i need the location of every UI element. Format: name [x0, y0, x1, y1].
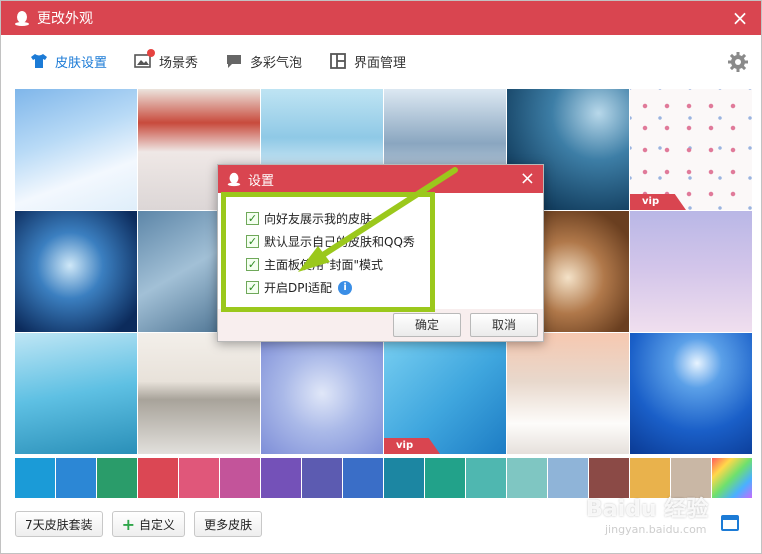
vip-badge: vip: [384, 438, 440, 454]
tab-label: 场景秀: [159, 55, 199, 71]
checkbox[interactable]: ✓: [246, 281, 259, 294]
option-cover-mode[interactable]: ✓ 主面板使用"封面"模式: [246, 253, 543, 276]
option-label: 向好友展示我的皮肤: [264, 212, 373, 226]
swatch-royal-blue[interactable]: [343, 458, 383, 498]
checkbox[interactable]: ✓: [246, 212, 259, 225]
swatch-teal[interactable]: [425, 458, 465, 498]
dialog-title: 设置: [248, 173, 275, 189]
vip-badge: vip: [630, 194, 686, 210]
option-label: 开启DPI适配: [264, 281, 333, 295]
qq-penguin-icon: [227, 172, 241, 187]
checkbox[interactable]: ✓: [246, 258, 259, 271]
checkbox[interactable]: ✓: [246, 235, 259, 248]
notification-dot: [147, 48, 156, 57]
option-label: 主面板使用"封面"模式: [264, 258, 384, 272]
skin-tile-white-feather[interactable]: vip: [384, 333, 506, 454]
tab-scene-show[interactable]: 场景秀: [133, 48, 199, 71]
skin-store-icon[interactable]: [721, 515, 739, 531]
title-bar: 更改外观 ×: [1, 1, 761, 35]
custom-skin-label: 自定义: [139, 517, 176, 532]
chat-bubble-icon: [227, 55, 242, 68]
skin-tile-moon-sleigh[interactable]: [630, 333, 752, 454]
skin-tile-blue-branches[interactable]: [15, 333, 137, 454]
more-skins-button[interactable]: 更多皮肤: [194, 511, 263, 537]
swatch-light-teal[interactable]: [507, 458, 547, 498]
skin-tile-snowflake-blue[interactable]: [15, 211, 137, 332]
tab-label: 多彩气泡: [250, 55, 303, 71]
info-icon[interactable]: i: [338, 280, 353, 295]
swatch-blue[interactable]: [56, 458, 96, 498]
tab-skin-settings[interactable]: 皮肤设置: [29, 52, 107, 71]
tab-label: 皮肤设置: [55, 55, 108, 71]
cancel-button[interactable]: 取消: [470, 313, 538, 337]
skin-pack-button[interactable]: 7天皮肤套装: [15, 511, 103, 537]
skin-tile-pink-dots[interactable]: vip: [630, 89, 752, 210]
tab-label: 界面管理: [354, 55, 407, 71]
swatch-teal-blue[interactable]: [384, 458, 424, 498]
swatch-violet[interactable]: [261, 458, 301, 498]
swatch-aqua[interactable]: [466, 458, 506, 498]
window-title: 更改外观: [37, 11, 93, 27]
dialog-footer: 确定 取消: [218, 309, 543, 341]
tab-interface-manage[interactable]: 界面管理: [328, 52, 406, 71]
skin-tile-snow-bridge[interactable]: [507, 333, 629, 454]
option-dpi-adapt[interactable]: ✓ 开启DPI适配 i: [246, 276, 543, 299]
watermark-logo: Baidu 经验: [586, 497, 709, 522]
dialog-options: ✓ 向好友展示我的皮肤 ✓ 默认显示自己的皮肤和QQ秀 ✓ 主面板使用"封面"模…: [218, 193, 543, 309]
layout-icon: [330, 53, 346, 69]
dialog-title-bar: 设置: [218, 165, 543, 193]
bottom-bar: 7天皮肤套装 + 自定义 更多皮肤: [15, 511, 271, 537]
swatch-light-blue[interactable]: [548, 458, 588, 498]
skin-tile-winter-lake[interactable]: [138, 333, 260, 454]
skin-tile-sky-rainbow[interactable]: [15, 89, 137, 210]
shirt-icon: [31, 54, 47, 68]
swatch-indigo[interactable]: [302, 458, 342, 498]
skin-tile-purple-trees[interactable]: [630, 211, 752, 332]
ok-button[interactable]: 确定: [393, 313, 461, 337]
tab-colorful-bubbles[interactable]: 多彩气泡: [224, 52, 302, 71]
qq-penguin-icon: [15, 11, 29, 26]
gear-icon[interactable]: [727, 51, 749, 73]
swatch-rose[interactable]: [179, 458, 219, 498]
tab-bar: 皮肤设置 场景秀 多彩气泡 界面管理: [1, 35, 761, 87]
window-close-button[interactable]: ×: [729, 7, 751, 29]
watermark-url: jingyan.baidu.com: [605, 523, 707, 536]
settings-dialog: 设置 × ✓ 向好友展示我的皮肤 ✓ 默认显示自己的皮肤和QQ秀 ✓ 主面板使用…: [217, 164, 544, 342]
custom-skin-button[interactable]: + 自定义: [111, 511, 186, 537]
swatch-magenta[interactable]: [220, 458, 260, 498]
option-label: 默认显示自己的皮肤和QQ秀: [264, 235, 415, 249]
swatch-green[interactable]: [97, 458, 137, 498]
swatch-rainbow[interactable]: [712, 458, 752, 498]
plus-icon: +: [121, 514, 136, 534]
swatch-red[interactable]: [138, 458, 178, 498]
option-show-skin-to-friends[interactable]: ✓ 向好友展示我的皮肤: [246, 207, 543, 230]
dialog-close-button[interactable]: ×: [520, 168, 535, 190]
skin-tile-bird-berries[interactable]: [261, 333, 383, 454]
option-show-own-skin[interactable]: ✓ 默认显示自己的皮肤和QQ秀: [246, 230, 543, 253]
swatch-sky-blue[interactable]: [15, 458, 55, 498]
